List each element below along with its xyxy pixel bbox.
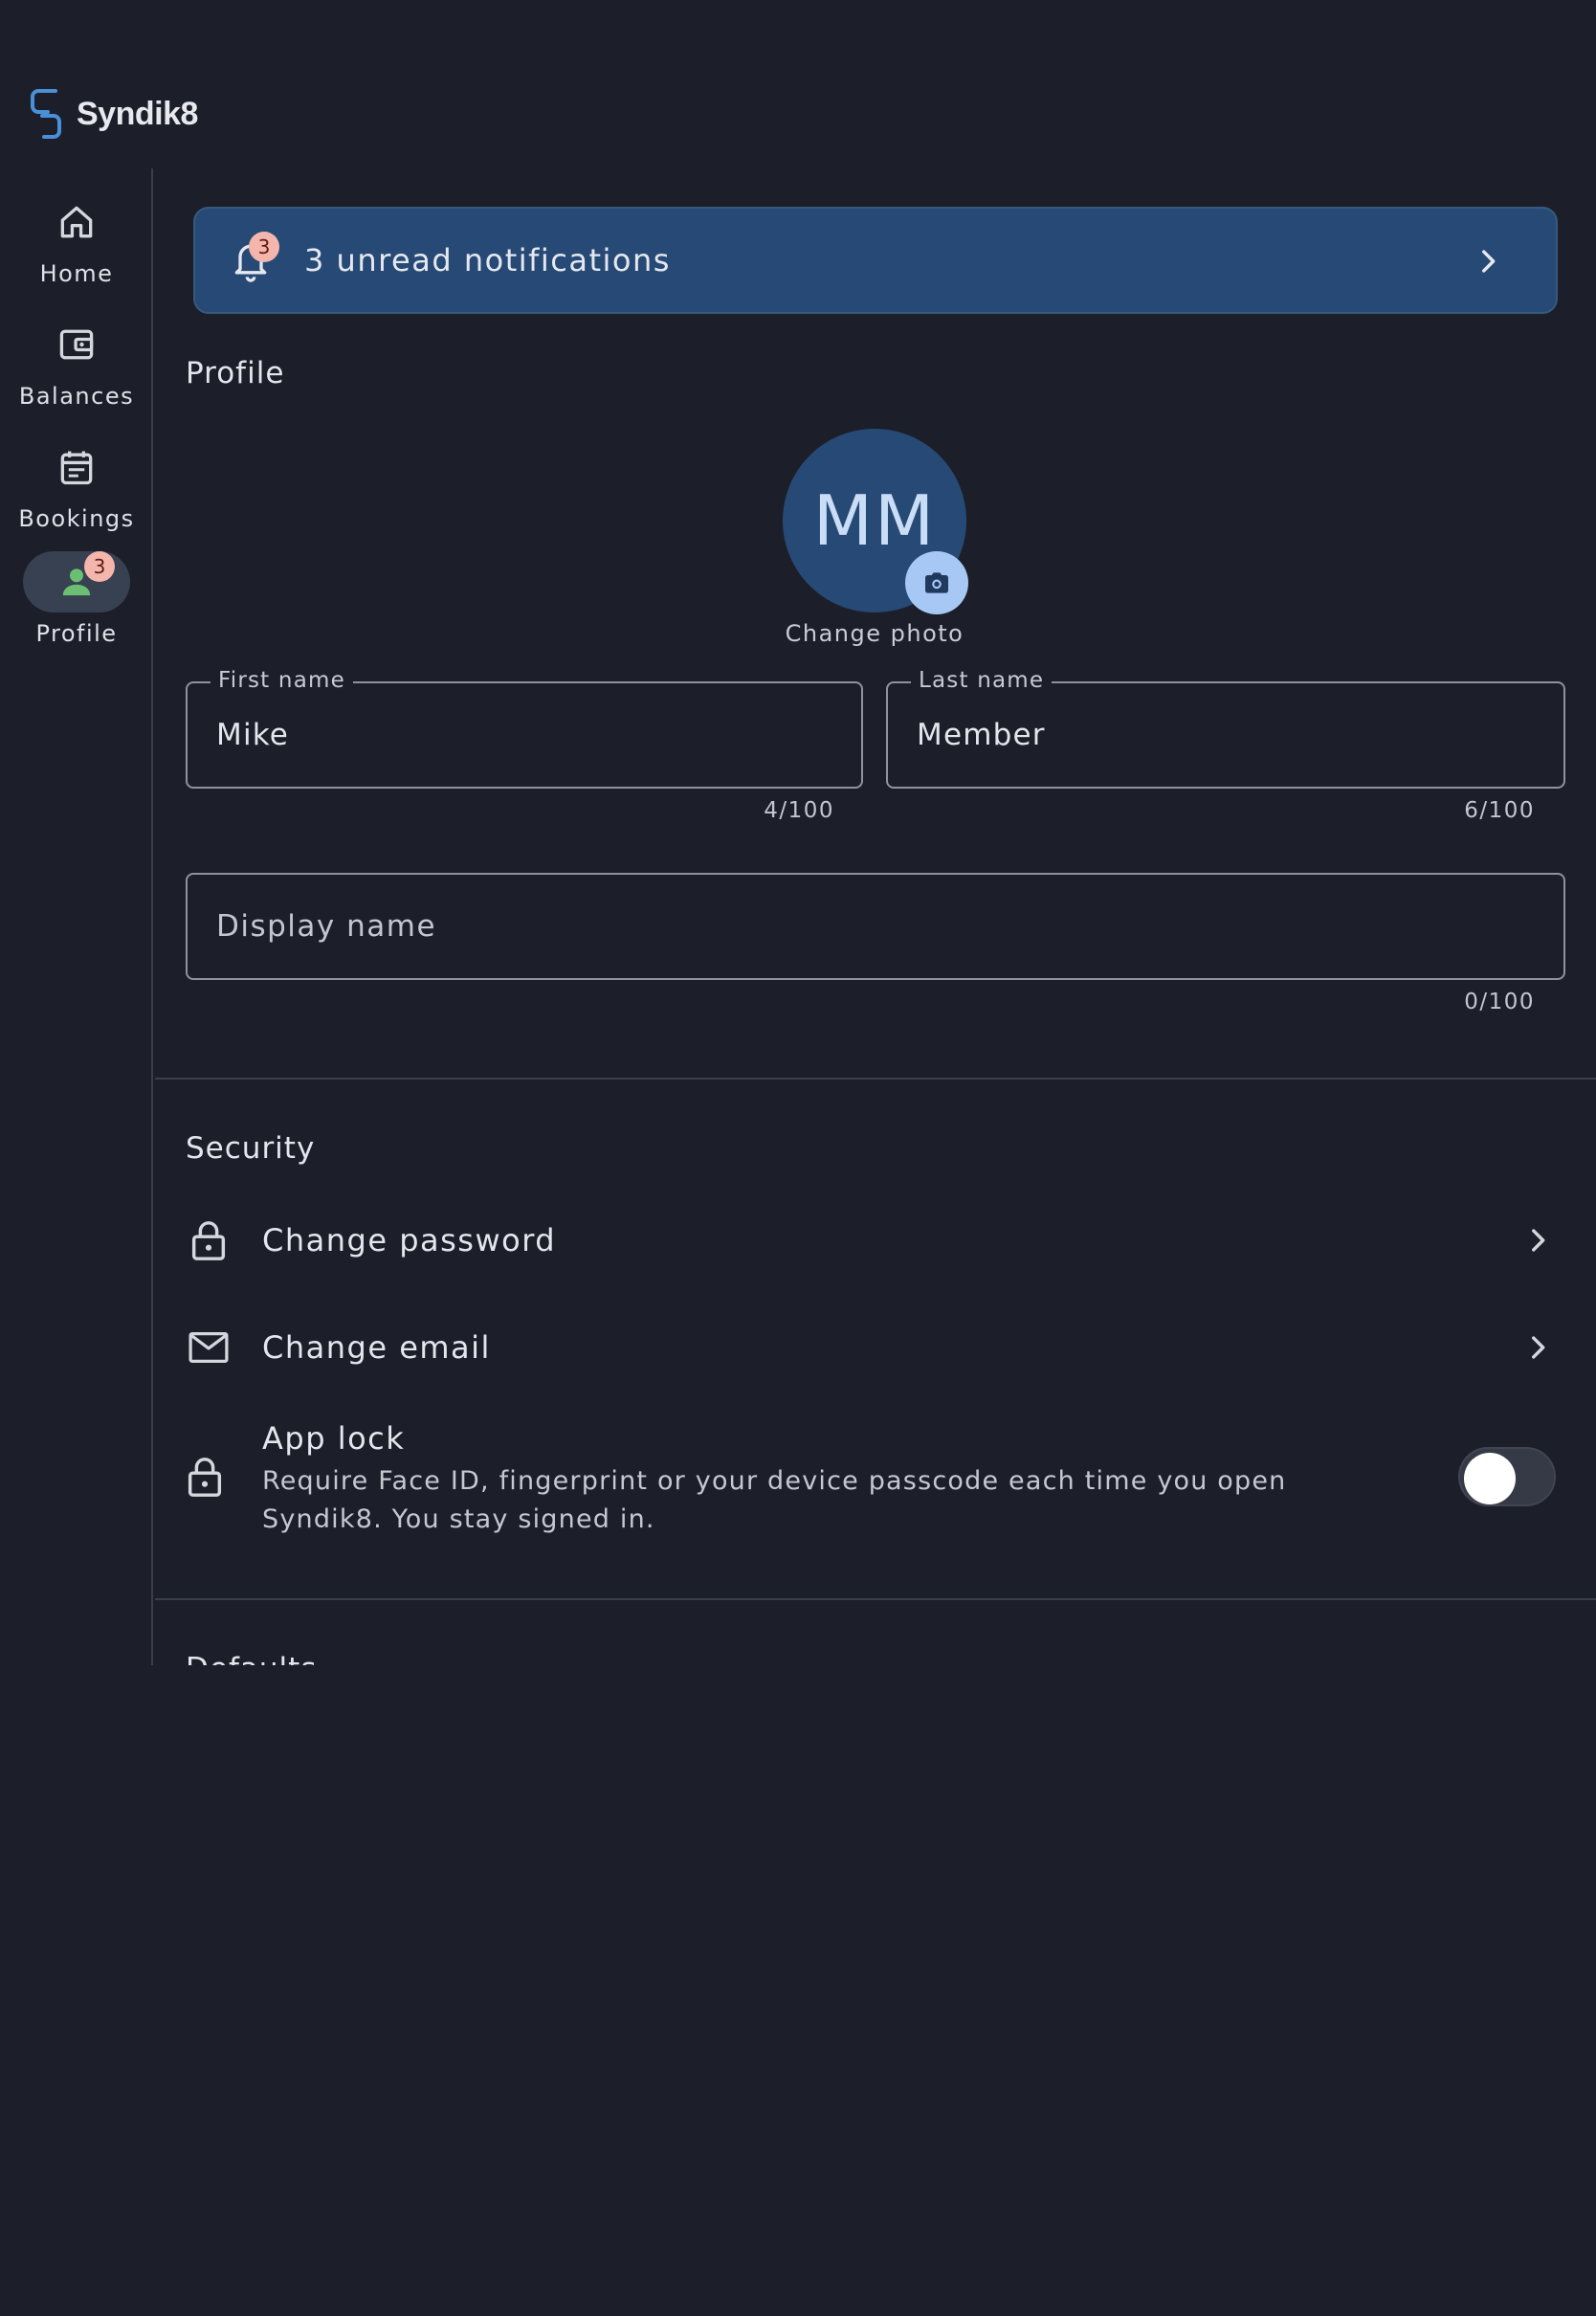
syndik8-logo-icon — [31, 89, 61, 139]
change-email-row[interactable]: Change email — [186, 1321, 1563, 1374]
change-password-label: Change password — [262, 1222, 557, 1258]
navigation-rail: Home Balances Bookings 3 Profile — [0, 168, 153, 1665]
app-lock-description: Require Face ID, fingerprint or your dev… — [262, 1466, 1287, 1534]
notifications-banner[interactable]: 3 3 unread notifications — [193, 207, 1558, 314]
first-name-field[interactable]: First name Mike — [186, 668, 863, 789]
nav-label: Bookings — [18, 505, 135, 532]
nav-icon-container — [23, 436, 130, 498]
first-name-counter: 4/100 — [764, 798, 834, 823]
defaults-section-clip: Defaults — [186, 1646, 568, 1665]
divider — [155, 1598, 1596, 1600]
nav-item-home[interactable]: Home — [0, 191, 153, 287]
chevron-right-icon — [1532, 1229, 1545, 1252]
first-name-value: Mike — [216, 718, 290, 752]
nav-item-balances[interactable]: Balances — [0, 314, 153, 410]
calendar-icon — [60, 451, 93, 485]
chevron-right-icon — [1532, 1336, 1545, 1359]
nav-item-bookings[interactable]: Bookings — [0, 436, 153, 532]
app-header: Syndik8 — [29, 84, 198, 144]
nav-item-profile[interactable]: 3 Profile — [0, 551, 153, 647]
change-email-label: Change email — [262, 1329, 491, 1366]
avatar-initials: MM — [812, 480, 937, 561]
security-section-title: Security — [186, 1131, 316, 1166]
divider — [155, 1078, 1596, 1080]
mail-icon — [186, 1325, 232, 1370]
app-name: Syndik8 — [77, 95, 198, 132]
display-name-counter: 0/100 — [1464, 990, 1535, 1014]
first-name-label: First name — [211, 668, 353, 693]
defaults-section-title: Defaults — [186, 1652, 317, 1665]
display-name-placeholder: Display name — [216, 909, 437, 944]
change-photo-button[interactable] — [905, 551, 968, 614]
change-password-row[interactable]: Change password — [186, 1214, 1563, 1267]
nav-icon-container — [23, 191, 130, 253]
last-name-field[interactable]: Last name Member — [886, 668, 1565, 789]
lock-icon — [186, 1217, 232, 1263]
change-photo-link[interactable]: Change photo — [683, 620, 1066, 647]
toggle-knob — [1464, 1453, 1516, 1504]
notifications-text: 3 unread notifications — [304, 242, 671, 278]
app-lock-toggle[interactable] — [1458, 1447, 1556, 1506]
home-icon — [60, 206, 93, 238]
nav-label: Profile — [35, 620, 118, 647]
display-name-field[interactable]: Display name — [186, 873, 1565, 980]
profile-section-title: Profile — [186, 356, 285, 390]
nav-icon-container: 3 — [23, 551, 130, 612]
wallet-icon — [59, 329, 94, 360]
lock-icon — [186, 1455, 224, 1503]
app-lock-title: App lock — [262, 1420, 406, 1457]
last-name-value: Member — [917, 718, 1046, 752]
camera-icon — [925, 572, 948, 593]
nav-label: Balances — [18, 383, 135, 410]
last-name-label: Last name — [911, 668, 1053, 693]
notification-count-badge: 3 — [249, 232, 279, 262]
nav-icon-container — [23, 314, 130, 375]
chevron-right-icon — [1482, 250, 1496, 273]
nav-label: Home — [39, 260, 114, 287]
last-name-counter: 6/100 — [1464, 798, 1535, 823]
profile-badge: 3 — [84, 551, 115, 582]
